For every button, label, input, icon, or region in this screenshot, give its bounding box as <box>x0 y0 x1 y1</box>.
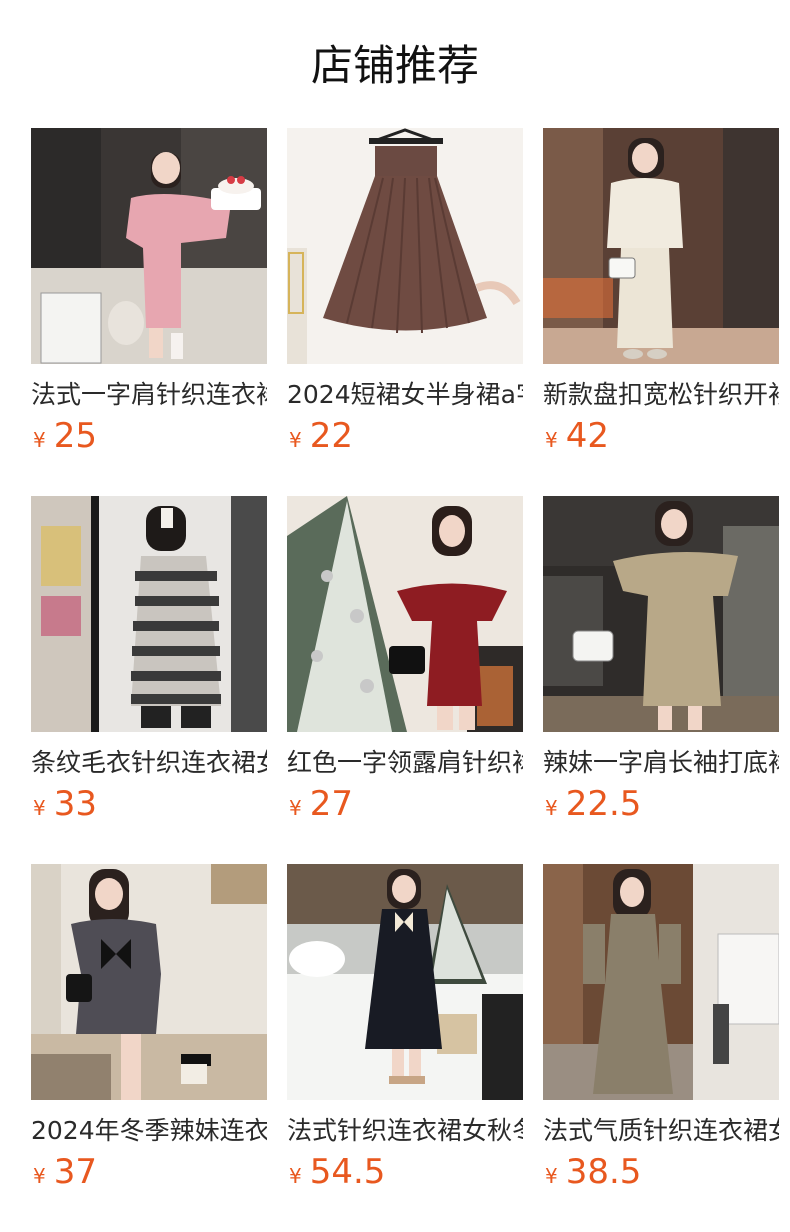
product-card[interactable]: 新款盘扣宽松针织开衫 ¥ 42 <box>543 128 779 496</box>
currency-symbol: ¥ <box>289 1164 302 1188</box>
product-price: ¥ 27 <box>287 784 523 832</box>
product-price: ¥ 22.5 <box>543 784 779 832</box>
product-price: ¥ 37 <box>31 1152 267 1200</box>
product-title[interactable]: 2024短裙女半身裙a字 <box>287 378 523 412</box>
product-title[interactable]: 新款盘扣宽松针织开衫 <box>543 378 779 412</box>
product-card[interactable]: 2024短裙女半身裙a字 ¥ 22 <box>287 128 523 496</box>
product-card[interactable]: 法式针织连衣裙女秋冬 ¥ 54.5 <box>287 864 523 1232</box>
currency-symbol: ¥ <box>545 1164 558 1188</box>
product-price: ¥ 54.5 <box>287 1152 523 1200</box>
product-title[interactable]: 辣妹一字肩长袖打底裙 <box>543 746 779 780</box>
currency-symbol: ¥ <box>289 428 302 452</box>
product-image[interactable] <box>287 496 523 732</box>
price-amount: 27 <box>309 784 353 824</box>
product-card[interactable]: 2024年冬季辣妹连衣裙 ¥ 37 <box>31 864 267 1232</box>
product-title[interactable]: 法式针织连衣裙女秋冬 <box>287 1114 523 1148</box>
product-grid: 法式一字肩针织连衣裙 ¥ 25 2024短裙女半身裙a字 ¥ 22 新款盘扣宽松… <box>31 128 779 1232</box>
product-card[interactable]: 辣妹一字肩长袖打底裙 ¥ 22.5 <box>543 496 779 864</box>
currency-symbol: ¥ <box>33 428 46 452</box>
product-card[interactable]: 法式气质针织连衣裙女 ¥ 38.5 <box>543 864 779 1232</box>
price-amount: 38.5 <box>565 1152 642 1192</box>
cream-knit-set-photo-icon <box>543 128 779 364</box>
product-price: ¥ 33 <box>31 784 267 832</box>
currency-symbol: ¥ <box>33 796 46 820</box>
khaki-knit-dress-photo-icon <box>543 496 779 732</box>
black-bow-dress-photo-icon <box>287 864 523 1100</box>
striped-sweater-dress-photo-icon <box>31 496 267 732</box>
product-title[interactable]: 法式一字肩针织连衣裙 <box>31 378 267 412</box>
price-amount: 42 <box>565 416 609 456</box>
product-image[interactable] <box>543 864 779 1100</box>
product-title[interactable]: 法式气质针织连衣裙女 <box>543 1114 779 1148</box>
pink-offshoulder-dress-photo-icon <box>31 128 267 364</box>
product-price: ¥ 25 <box>31 416 267 464</box>
product-price: ¥ 22 <box>287 416 523 464</box>
product-image[interactable] <box>31 128 267 364</box>
product-card[interactable]: 红色一字领露肩针织裙 ¥ 27 <box>287 496 523 864</box>
product-image[interactable] <box>543 128 779 364</box>
product-price: ¥ 42 <box>543 416 779 464</box>
price-amount: 37 <box>53 1152 97 1192</box>
currency-symbol: ¥ <box>289 796 302 820</box>
price-amount: 25 <box>53 416 97 456</box>
red-offshoulder-dress-photo-icon <box>287 496 523 732</box>
price-amount: 22.5 <box>565 784 642 824</box>
product-image[interactable] <box>287 128 523 364</box>
product-card[interactable]: 条纹毛衣针织连衣裙女 ¥ 33 <box>31 496 267 864</box>
product-title[interactable]: 红色一字领露肩针织裙 <box>287 746 523 780</box>
product-title[interactable]: 条纹毛衣针织连衣裙女 <box>31 746 267 780</box>
product-title[interactable]: 2024年冬季辣妹连衣裙 <box>31 1114 267 1148</box>
currency-symbol: ¥ <box>545 428 558 452</box>
beige-long-knit-dress-photo-icon <box>543 864 779 1100</box>
grey-bow-dress-photo-icon <box>31 864 267 1100</box>
currency-symbol: ¥ <box>33 1164 46 1188</box>
product-price: ¥ 38.5 <box>543 1152 779 1200</box>
price-amount: 33 <box>53 784 97 824</box>
product-image[interactable] <box>31 864 267 1100</box>
page-title: 店铺推荐 <box>310 41 479 90</box>
product-image[interactable] <box>287 864 523 1100</box>
currency-symbol: ¥ <box>545 796 558 820</box>
price-amount: 22 <box>309 416 353 456</box>
product-image[interactable] <box>31 496 267 732</box>
product-image[interactable] <box>543 496 779 732</box>
brown-knit-skirt-photo-icon <box>287 128 523 364</box>
product-card[interactable]: 法式一字肩针织连衣裙 ¥ 25 <box>31 128 267 496</box>
price-amount: 54.5 <box>309 1152 386 1192</box>
